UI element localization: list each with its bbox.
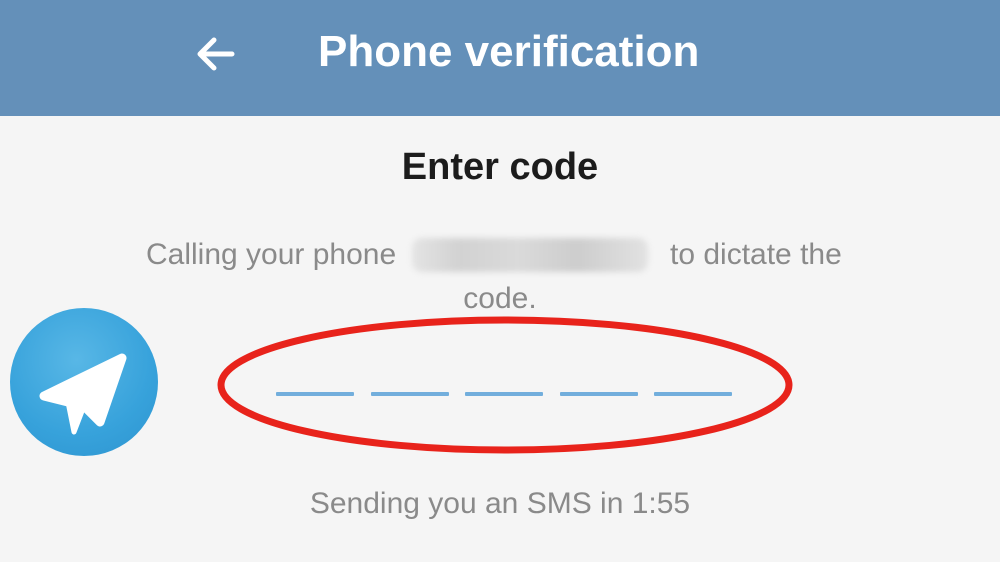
highlight-ellipse [217, 316, 793, 454]
call-description-prefix: Calling your phone [146, 238, 397, 271]
paper-plane-icon [39, 353, 127, 435]
redacted-phone-number [412, 238, 648, 272]
telegram-logo-icon [10, 308, 158, 456]
arrow-left-icon [197, 37, 235, 71]
back-button[interactable] [188, 26, 244, 82]
app-bar: Phone verification [0, 0, 1000, 116]
enter-code-heading: Enter code [401, 146, 599, 188]
call-description-line1: Calling your phone to dictate the [0, 234, 1000, 276]
sms-timer: Sending you an SMS in 1:55 [309, 487, 691, 520]
call-description-suffix: to dictate the [670, 238, 842, 271]
page-title: Phone verification [318, 27, 700, 76]
